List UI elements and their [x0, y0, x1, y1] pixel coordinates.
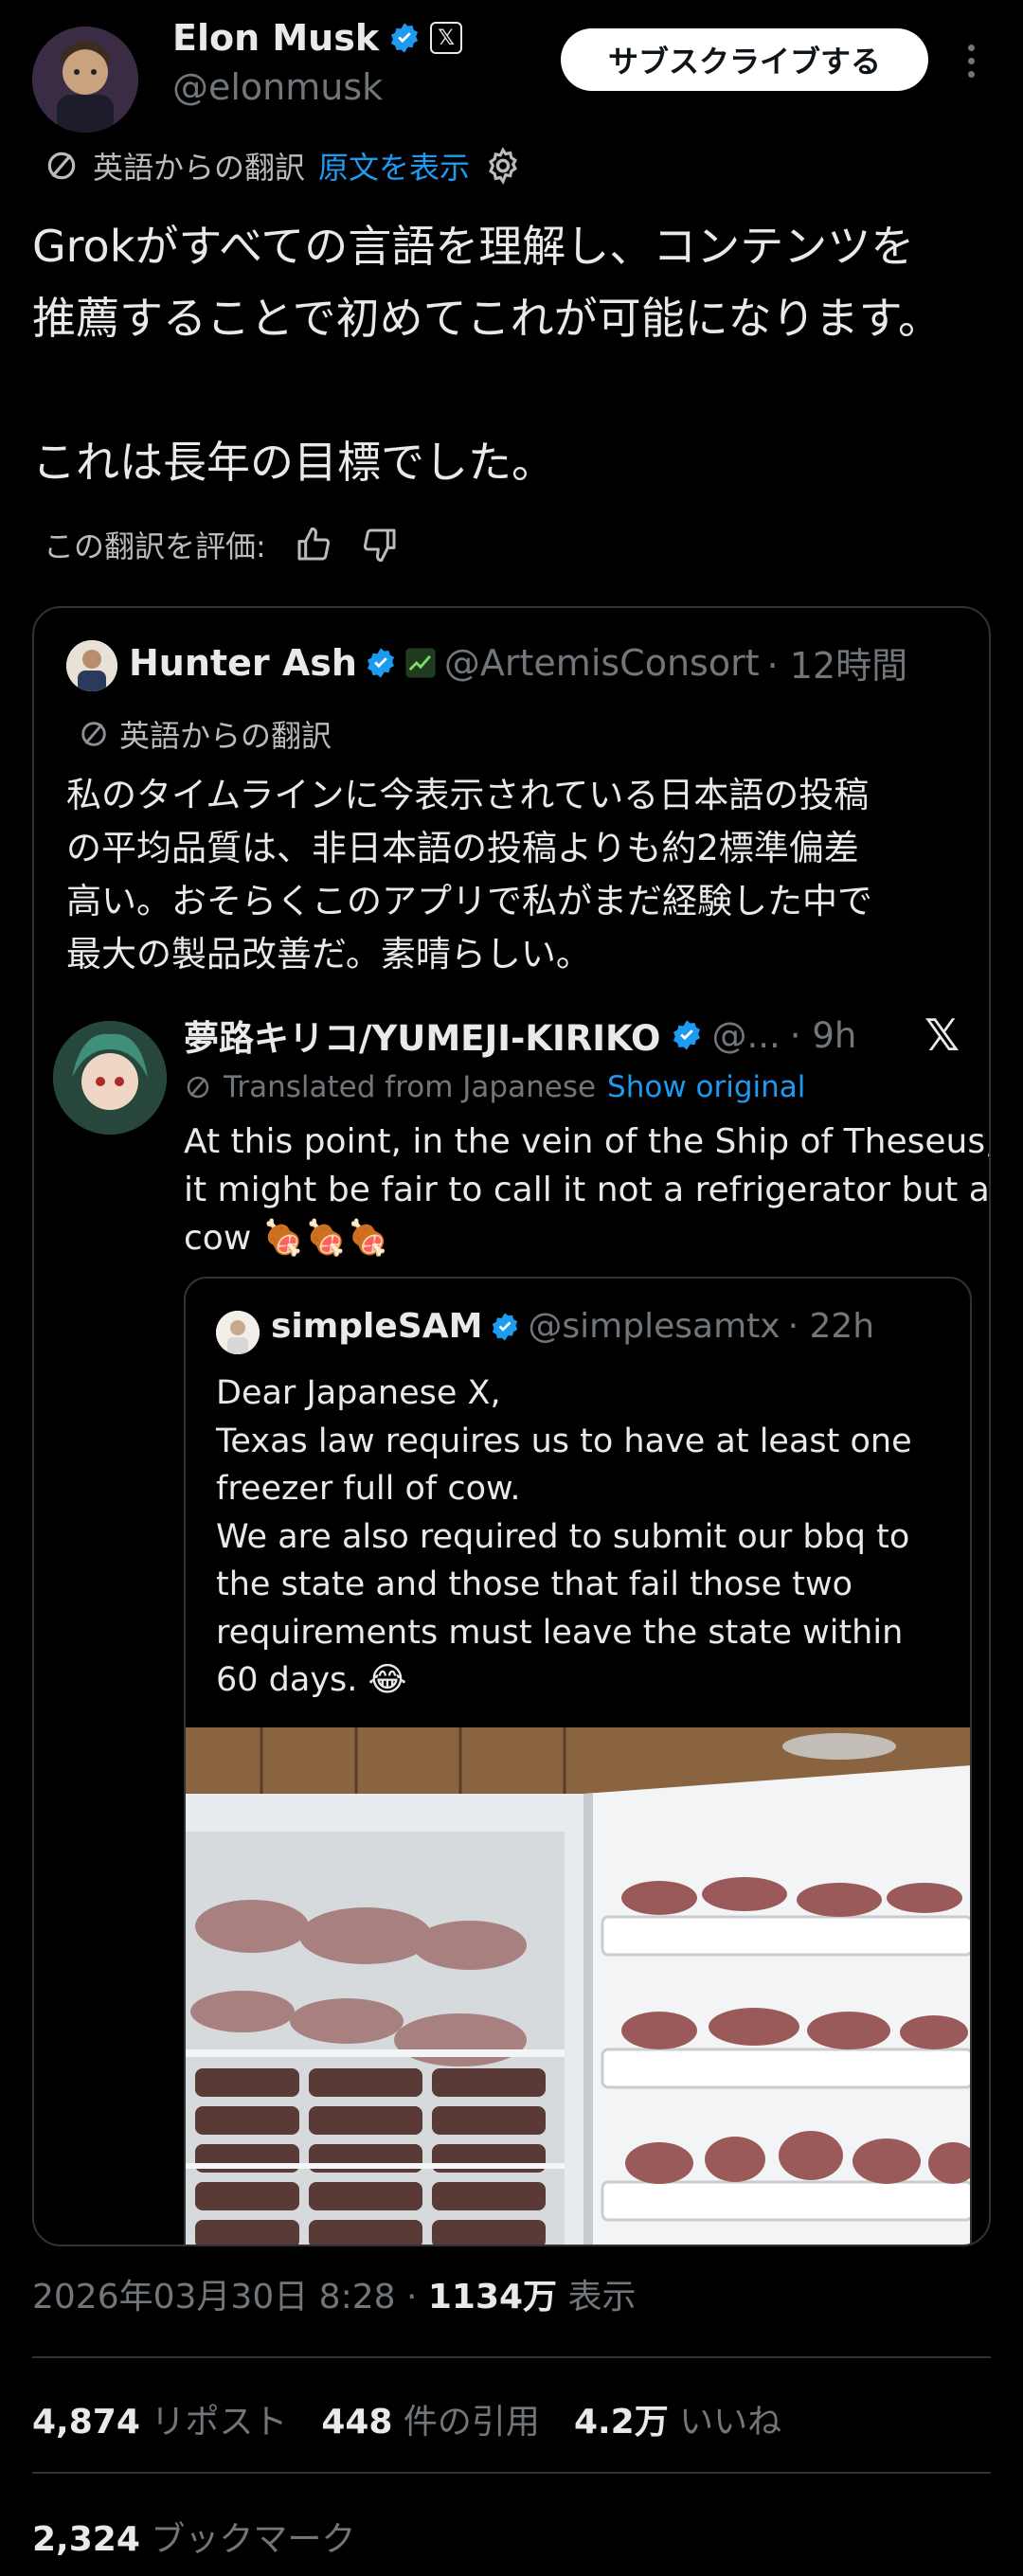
view-count: 1134万	[427, 2278, 558, 2317]
x-logo-icon: 𝕏	[924, 1010, 960, 1061]
engagement-stats-row: 4,874 リポスト 448 件の引用 4.2万 いいね	[32, 2394, 781, 2443]
likes-stat[interactable]: 4.2万 いいね	[574, 2394, 781, 2443]
nested-author-name[interactable]: 夢路キリコ/YUMEJI-KIRIKO	[184, 1010, 661, 1061]
post-datetime[interactable]: 2026年03月30日 8:28 ·	[32, 2278, 428, 2317]
nested-author-avatar[interactable]	[53, 1021, 167, 1135]
nested-translation-label: Translated from Japanese	[224, 1070, 597, 1104]
inner-time[interactable]: · 22h	[788, 1307, 875, 1346]
inner-tweet-text: Dear Japanese X, Texas law requires us t…	[216, 1374, 912, 1699]
freezer-photo[interactable]	[186, 1727, 972, 2246]
translation-row: 英語からの翻訳 原文を表示	[44, 144, 523, 188]
quoted-tweet-card[interactable]: Hunter Ash @ArtemisConsort · 12時間 英語からの翻…	[32, 606, 991, 2246]
affiliation-chart-icon	[405, 647, 436, 678]
subscribe-button[interactable]: サブスクライブする	[561, 28, 928, 91]
more-options-icon[interactable]	[952, 34, 990, 87]
tweet-text: Grokがすべての言語を理解し、コンテンツを 推薦することで初めてこれが可能にな…	[32, 221, 942, 488]
thumbs-up-icon[interactable]	[295, 526, 332, 564]
thumbs-down-icon[interactable]	[361, 526, 399, 564]
gear-icon[interactable]	[483, 146, 523, 186]
x-affiliation-icon: 𝕏	[430, 22, 463, 54]
rate-translation-row: この翻訳を評価:	[44, 523, 399, 566]
quotes-count: 448	[321, 2403, 393, 2442]
inner-quoted-tweet-card[interactable]: simpleSAM @simplesamtx · 22h Dear Japane…	[184, 1277, 972, 2246]
verified-badge-icon	[391, 23, 419, 53]
bookmarks-label: ブックマーク	[139, 2520, 356, 2559]
nested-author-handle[interactable]: @...	[712, 1015, 781, 1056]
nested-tweet-text: At this point, in the vein of the Ship o…	[184, 1122, 991, 1258]
nested-author-row[interactable]: 夢路キリコ/YUMEJI-KIRIKO @... · 9h	[184, 1010, 856, 1061]
quotes-stat[interactable]: 448 件の引用	[321, 2394, 540, 2443]
inner-author-avatar[interactable]	[216, 1311, 260, 1354]
likes-label: いいね	[668, 2403, 782, 2442]
likes-count: 4.2万	[573, 2403, 669, 2442]
reposts-count: 4,874	[32, 2403, 140, 2442]
show-original-link[interactable]: 原文を表示	[318, 144, 470, 188]
inner-author-name[interactable]: simpleSAM	[271, 1307, 482, 1346]
timestamp-views-row: 2026年03月30日 8:28 · 1134万 表示	[32, 2269, 637, 2318]
translate-icon	[187, 1076, 209, 1099]
quoted-author-name[interactable]: Hunter Ash	[129, 642, 357, 684]
reposts-stat[interactable]: 4,874 リポスト	[32, 2394, 287, 2443]
quoted-author-handle[interactable]: @ArtemisConsort	[444, 642, 760, 684]
divider	[32, 2356, 991, 2358]
bookmarks-count: 2,324	[32, 2520, 140, 2559]
translate-icon	[47, 152, 76, 180]
bookmarks-stat[interactable]: 2,324 ブックマーク	[32, 2512, 355, 2561]
quotes-label: 件の引用	[392, 2403, 540, 2442]
quoted-tweet-text: 私のタイムラインに今表示されている日本語の投稿 の平均品質は、非日本語の投稿より…	[66, 775, 872, 975]
inner-author-row[interactable]: simpleSAM @simplesamtx · 22h	[271, 1307, 874, 1346]
view-label: 表示	[557, 2278, 637, 2317]
inner-author-handle[interactable]: @simplesamtx	[528, 1307, 780, 1346]
quoted-time[interactable]: · 12時間	[767, 636, 908, 689]
quoted-translation-label: 英語からの翻訳	[119, 718, 332, 754]
quoted-author-avatar[interactable]	[66, 640, 117, 691]
translation-label: 英語からの翻訳	[93, 150, 306, 186]
nested-show-original-link[interactable]: Show original	[607, 1070, 805, 1104]
verified-badge-icon	[493, 1312, 518, 1341]
verified-badge-icon	[367, 647, 394, 678]
quoted-author-row[interactable]: Hunter Ash @ArtemisConsort · 12時間	[129, 636, 907, 689]
nested-translation-row: Translated from Japanese Show original	[184, 1070, 805, 1104]
translate-icon	[81, 722, 106, 746]
quoted-translation-row: 英語からの翻訳	[78, 712, 332, 756]
author-name-row[interactable]: Elon Musk 𝕏	[172, 17, 463, 59]
divider	[32, 2472, 991, 2474]
author-avatar[interactable]	[32, 27, 138, 133]
verified-badge-icon	[673, 1020, 700, 1050]
reposts-label: リポスト	[139, 2403, 288, 2442]
author-name[interactable]: Elon Musk	[172, 17, 379, 59]
author-handle[interactable]: @elonmusk	[172, 66, 383, 108]
nested-time[interactable]: · 9h	[790, 1015, 857, 1056]
rate-translation-label: この翻訳を評価:	[44, 528, 266, 564]
